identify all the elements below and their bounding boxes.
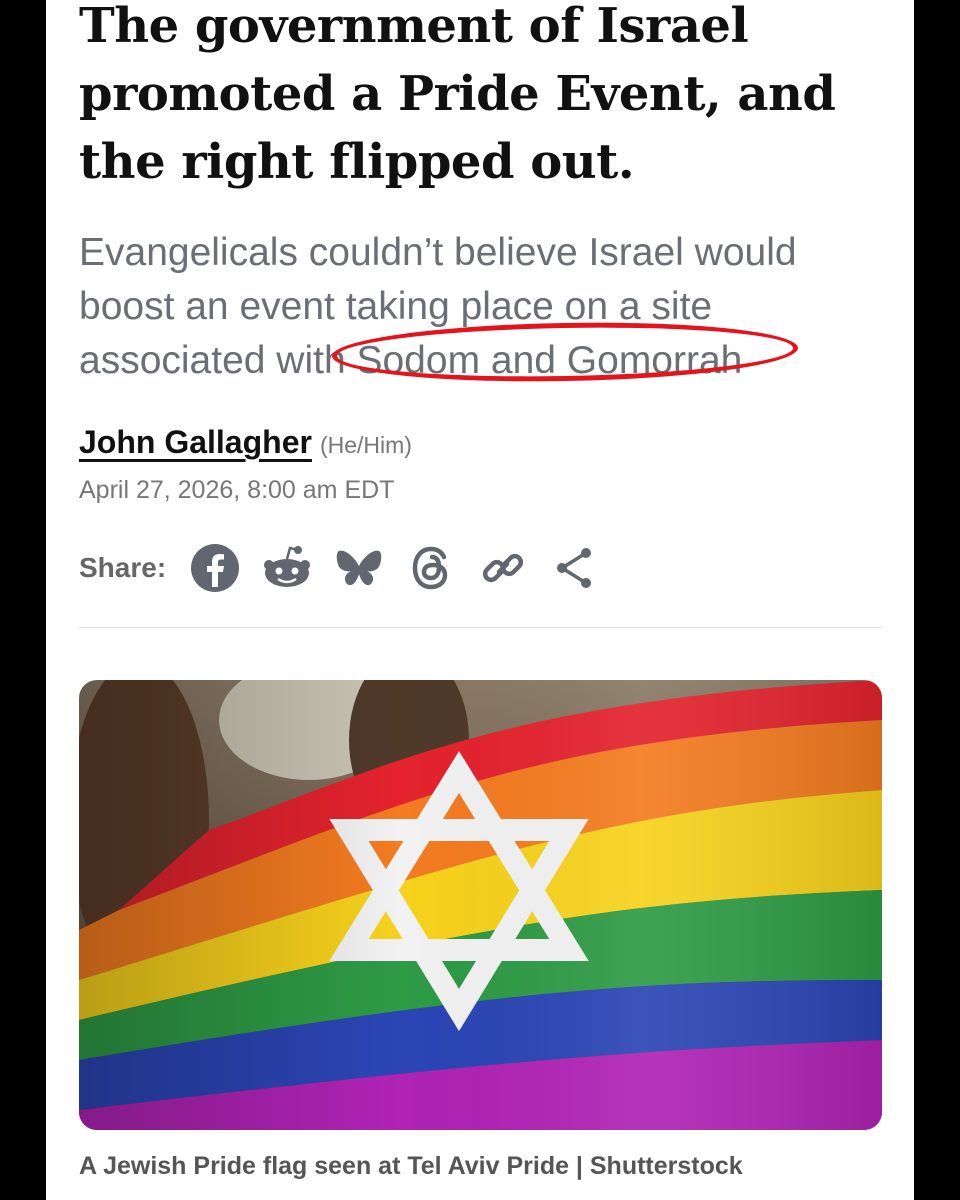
threads-icon[interactable] — [404, 541, 458, 595]
image-caption: A Jewish Pride flag seen at Tel Aviv Pri… — [79, 1152, 743, 1180]
bluesky-icon[interactable] — [332, 541, 386, 595]
publish-date: April 27, 2026, 8:00 am EDT — [79, 476, 395, 504]
facebook-icon[interactable] — [188, 541, 242, 595]
share-bar: Share: — [79, 540, 620, 596]
author-pronouns: (He/Him) — [319, 432, 412, 458]
article-page: The government of Israel promoted a Prid… — [46, 0, 914, 1200]
share-icon[interactable] — [548, 541, 602, 595]
author-link[interactable]: John Gallagher — [79, 424, 312, 460]
share-label: Share: — [79, 552, 167, 583]
share-divider — [79, 627, 882, 628]
article-headline: The government of Israel promoted a Prid… — [79, 0, 836, 190]
pride-flag-image — [79, 680, 882, 1130]
link-icon[interactable] — [476, 541, 530, 595]
reddit-icon[interactable] — [260, 541, 314, 595]
byline: John Gallagher (He/Him) — [79, 424, 412, 461]
article-image — [79, 680, 882, 1130]
